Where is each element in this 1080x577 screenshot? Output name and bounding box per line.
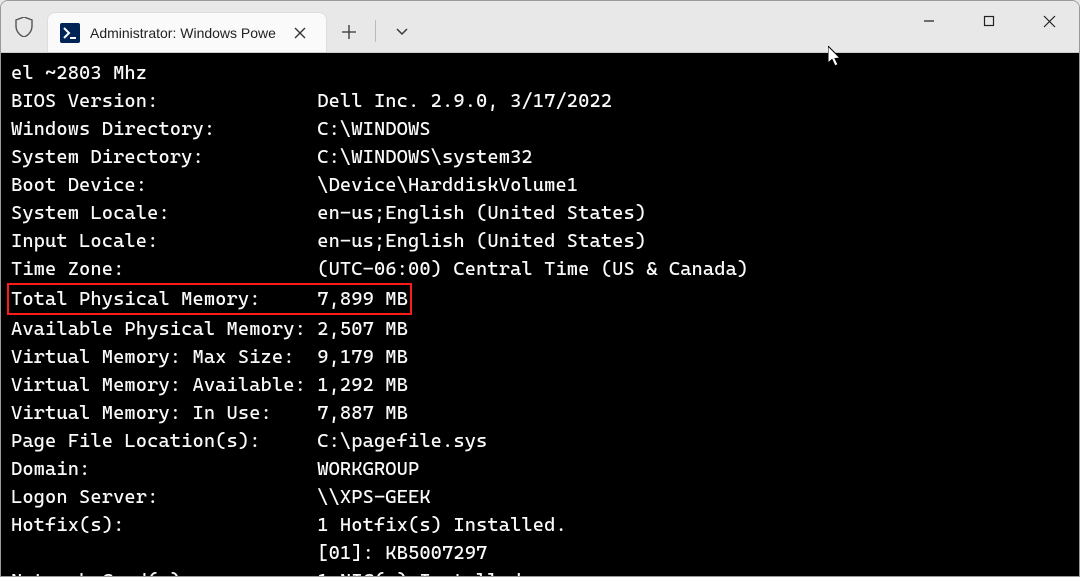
terminal-line: Page File Location(s): C:\pagefile.sys <box>11 427 1069 455</box>
titlebar: Administrator: Windows Powe <box>1 1 1079 53</box>
new-tab-button[interactable] <box>327 12 371 52</box>
tab-title: Administrator: Windows Powe <box>90 25 276 41</box>
terminal-line: Windows Directory: C:\WINDOWS <box>11 115 1069 143</box>
tab-close-button[interactable] <box>286 19 314 47</box>
terminal-line: Domain: WORKGROUP <box>11 455 1069 483</box>
terminal-line: Total Physical Memory: 7,899 MB <box>11 283 1069 315</box>
terminal-output[interactable]: el ~2803 MhzBIOS Version: Dell Inc. 2.9.… <box>1 53 1079 576</box>
terminal-line: System Locale: en-us;English (United Sta… <box>11 199 1069 227</box>
terminal-line: Virtual Memory: In Use: 7,887 MB <box>11 399 1069 427</box>
powershell-icon <box>60 23 80 43</box>
terminal-line: Hotfix(s): 1 Hotfix(s) Installed. <box>11 511 1069 539</box>
close-button[interactable] <box>1019 1 1079 41</box>
terminal-line: el ~2803 Mhz <box>11 59 1069 87</box>
terminal-line: Logon Server: \\XPS-GEEK <box>11 483 1069 511</box>
terminal-line: Virtual Memory: Max Size: 9,179 MB <box>11 343 1069 371</box>
maximize-button[interactable] <box>959 1 1019 41</box>
shield-icon <box>1 1 47 52</box>
terminal-line: Time Zone: (UTC-06:00) Central Time (US … <box>11 255 1069 283</box>
terminal-line: Network Card(s): 1 NIC(s) Installed. <box>11 567 1069 576</box>
terminal-line: System Directory: C:\WINDOWS\system32 <box>11 143 1069 171</box>
terminal-line: Available Physical Memory: 2,507 MB <box>11 315 1069 343</box>
window-controls <box>899 1 1079 41</box>
terminal-line: [01]: KB5007297 <box>11 539 1069 567</box>
tab-divider <box>375 20 376 42</box>
terminal-line: BIOS Version: Dell Inc. 2.9.0, 3/17/2022 <box>11 87 1069 115</box>
app-window: Administrator: Windows Powe el ~2803 Mhz… <box>0 0 1080 577</box>
minimize-button[interactable] <box>899 1 959 41</box>
terminal-line: Input Locale: en-us;English (United Stat… <box>11 227 1069 255</box>
tab-powershell[interactable]: Administrator: Windows Powe <box>47 12 327 52</box>
terminal-line: Virtual Memory: Available: 1,292 MB <box>11 371 1069 399</box>
terminal-line: Boot Device: \Device\HarddiskVolume1 <box>11 171 1069 199</box>
highlighted-row: Total Physical Memory: 7,899 MB <box>7 283 412 315</box>
tab-dropdown-button[interactable] <box>380 12 424 52</box>
